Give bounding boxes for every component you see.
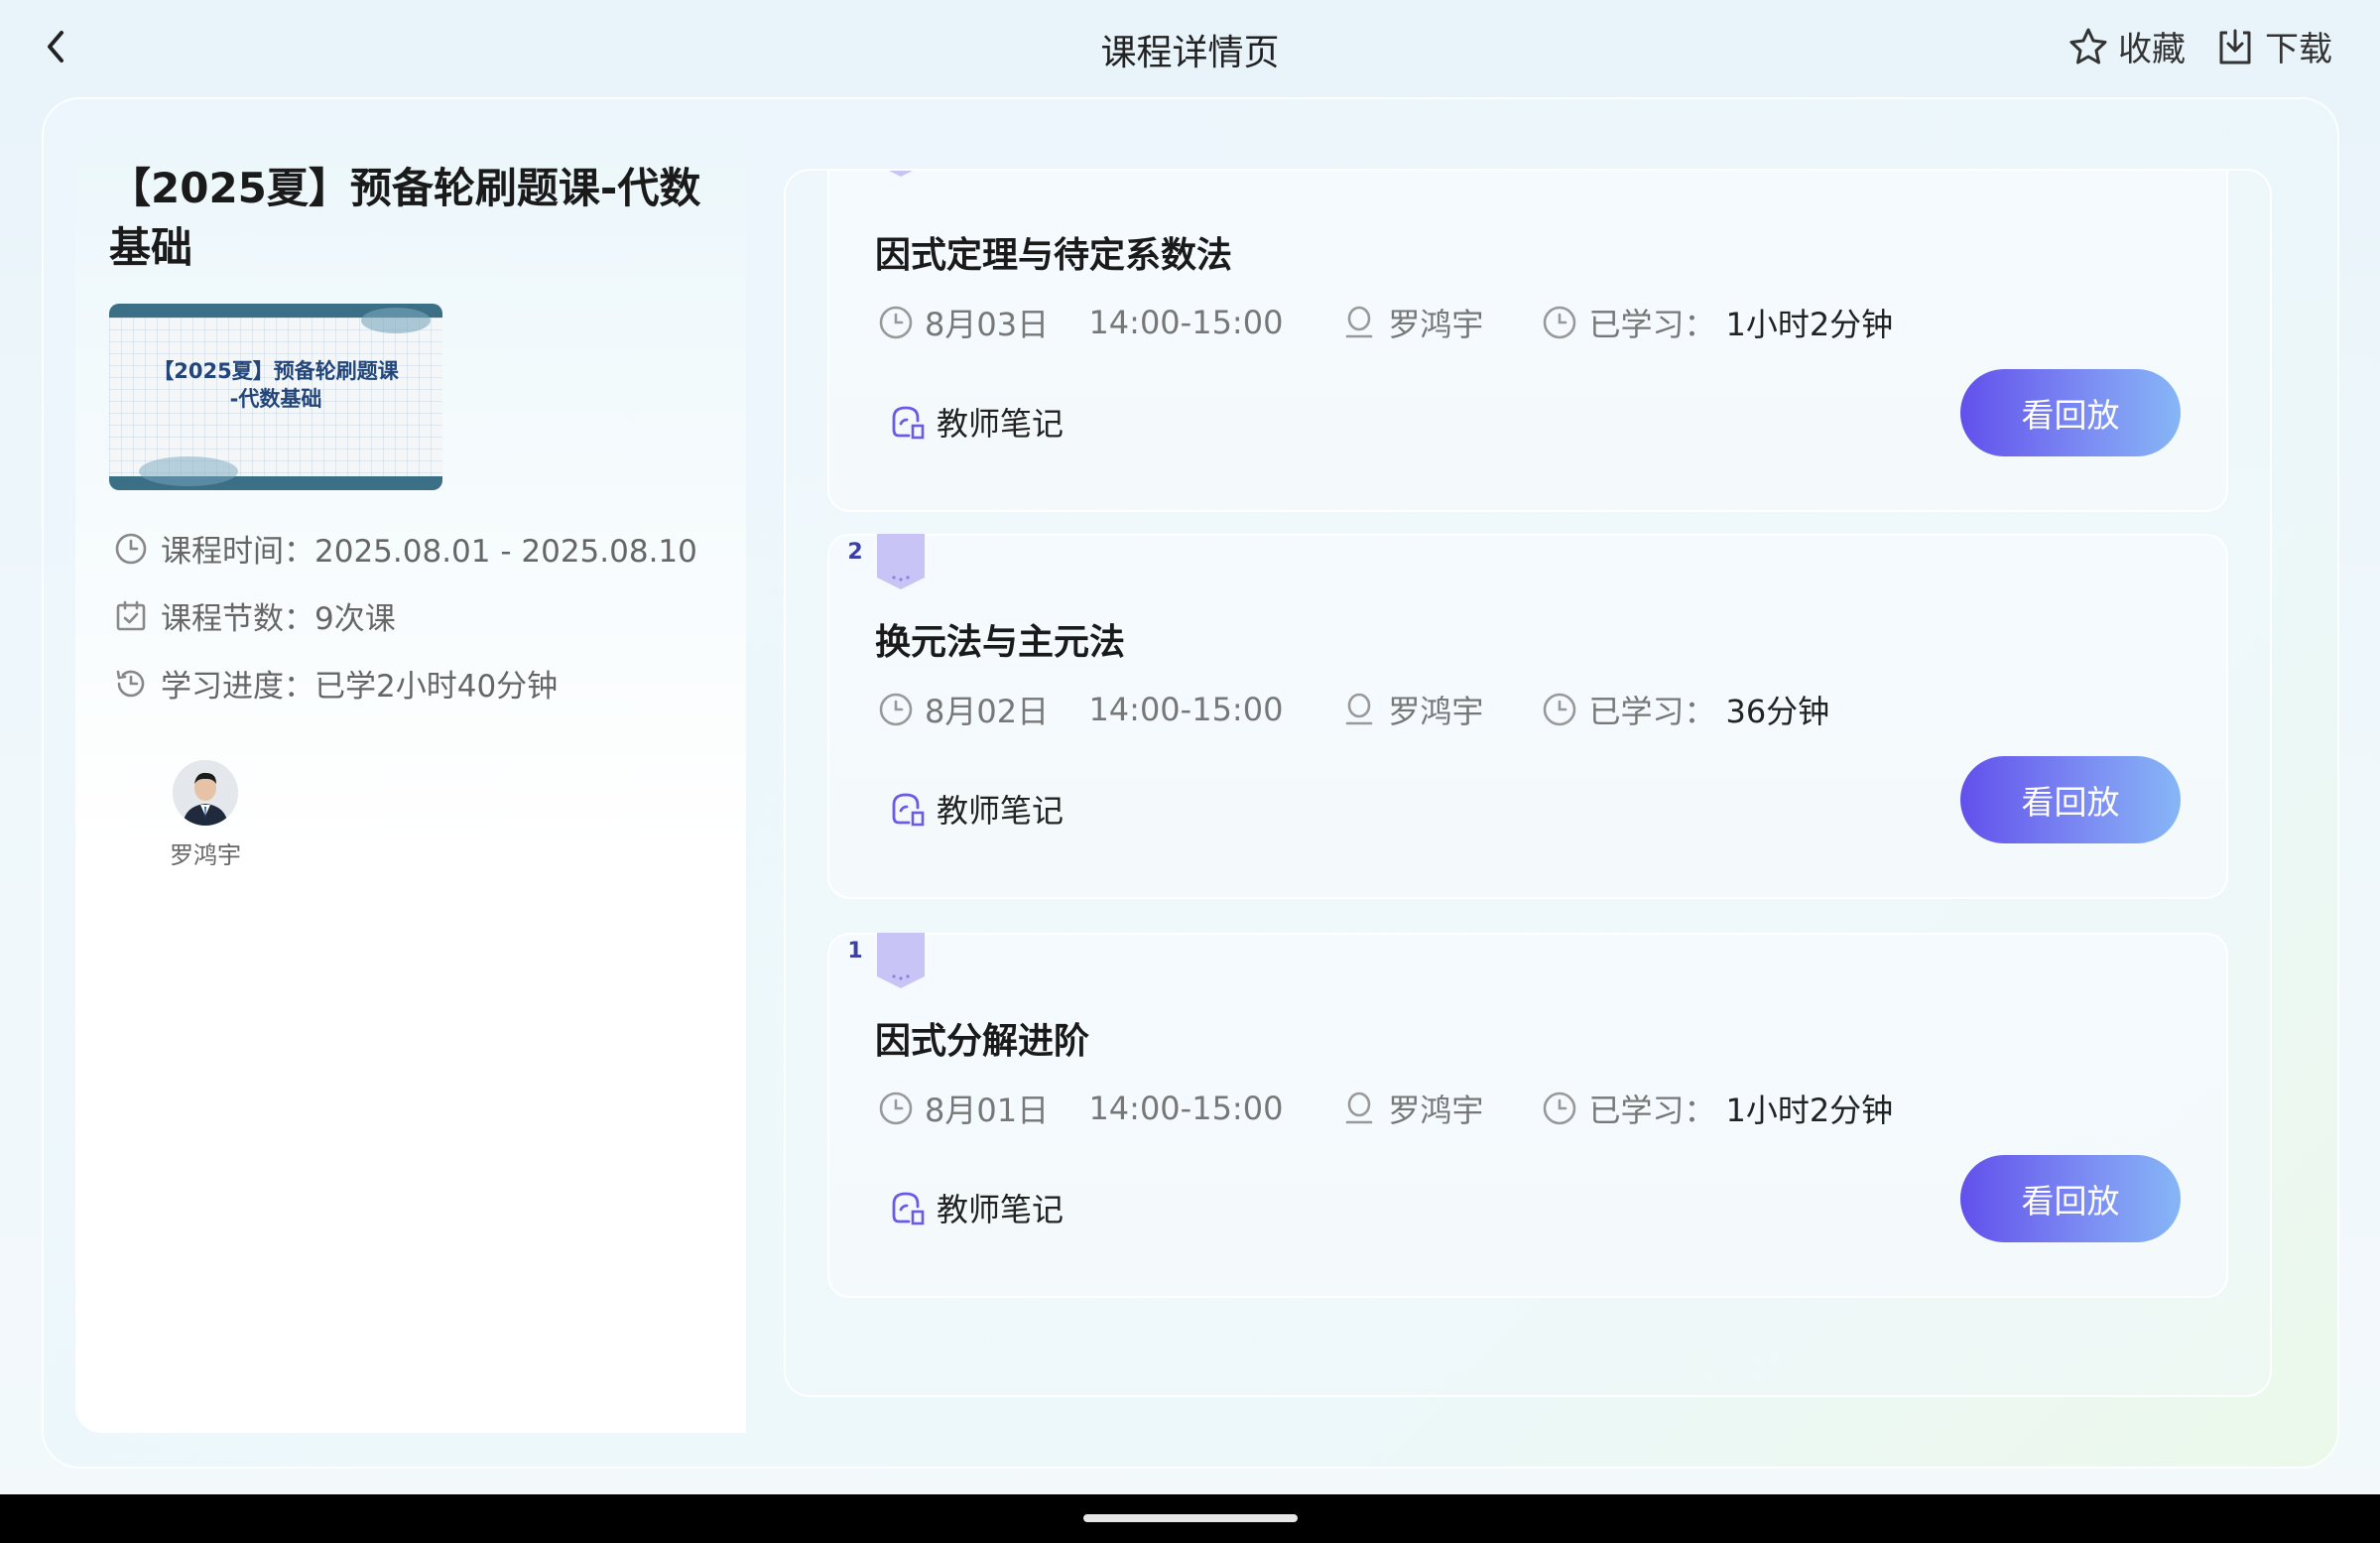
teacher-card[interactable]: 罗鸿宇 bbox=[151, 760, 260, 870]
lesson-studied: 已学习： 1小时2分钟 bbox=[1541, 1086, 1893, 1131]
lesson-time: 8月01日 14:00-15:00 bbox=[877, 1086, 1283, 1131]
favorite-label: 收藏 bbox=[2118, 30, 2186, 69]
lesson-card: 因式定理与待定系数法 8月03日 14:00-15:00 罗鸿宇 已学习： 1小时… bbox=[827, 171, 2228, 512]
replay-button[interactable]: 看回放 bbox=[1960, 756, 2181, 843]
lesson-teacher: 罗鸿宇 bbox=[1340, 300, 1483, 345]
lesson-meta: 8月02日 14:00-15:00 罗鸿宇 已学习： 36分钟 bbox=[877, 687, 1887, 732]
lesson-number: 2 bbox=[847, 540, 863, 565]
download-label: 下载 bbox=[2265, 30, 2332, 69]
lesson-badge-icon bbox=[889, 171, 913, 177]
course-title: 【2025夏】预备轮刷题课-代数基础 bbox=[109, 164, 701, 272]
clock-icon bbox=[1544, 1092, 1576, 1125]
history-icon bbox=[116, 670, 145, 697]
teacher-notes-button[interactable]: 教师笔记 bbox=[889, 786, 1064, 832]
course-info-panel: 【2025夏】预备轮刷题课-代数基础 【2025夏】预备轮刷题课 -代数基础 课… bbox=[75, 133, 746, 1433]
clock-icon bbox=[1544, 693, 1576, 726]
replay-button[interactable]: 看回放 bbox=[1960, 1155, 2181, 1242]
cover-text: 【2025夏】预备轮刷题课 -代数基础 bbox=[153, 359, 399, 411]
course-progress-row: 学习进度：已学2小时40分钟 bbox=[113, 661, 558, 706]
home-indicator[interactable] bbox=[1083, 1514, 1298, 1522]
clock-icon bbox=[115, 533, 147, 564]
lesson-meta: 8月03日 14:00-15:00 罗鸿宇 已学习： 1小时2分钟 bbox=[877, 300, 1950, 345]
avatar bbox=[173, 760, 238, 826]
lesson-badge-icon bbox=[877, 933, 925, 988]
notes-label: 教师笔记 bbox=[937, 792, 1065, 830]
top-bar: 课程详情页 收藏 下载 bbox=[0, 0, 2380, 97]
lesson-time: 8月03日 14:00-15:00 bbox=[877, 300, 1283, 345]
person-icon bbox=[1346, 1092, 1373, 1124]
notes-icon bbox=[892, 793, 925, 827]
lesson-teacher: 罗鸿宇 bbox=[1340, 687, 1483, 732]
star-icon bbox=[2069, 28, 2107, 64]
calendar-check-icon bbox=[116, 600, 146, 630]
notes-icon bbox=[892, 1192, 925, 1225]
lesson-badge-icon bbox=[877, 534, 925, 589]
replay-button[interactable]: 看回放 bbox=[1960, 369, 2181, 456]
course-cover-image: 【2025夏】预备轮刷题课 -代数基础 bbox=[109, 304, 442, 490]
lesson-studied: 已学习： 36分钟 bbox=[1541, 687, 1829, 732]
notes-label: 教师笔记 bbox=[937, 405, 1065, 443]
lesson-card: 2 换元法与主元法 8月02日 14:00-15:00 罗鸿宇 已学习： 36分钟… bbox=[827, 534, 2228, 899]
lesson-time: 8月02日 14:00-15:00 bbox=[877, 687, 1283, 732]
download-icon bbox=[2219, 29, 2251, 64]
notes-icon bbox=[892, 406, 925, 440]
lesson-title: 因式定理与待定系数法 bbox=[875, 235, 1233, 276]
clock-icon bbox=[879, 1092, 913, 1125]
notes-label: 教师笔记 bbox=[937, 1191, 1065, 1228]
clock-icon bbox=[879, 306, 913, 339]
lesson-teacher: 罗鸿宇 bbox=[1340, 1086, 1483, 1131]
teacher-name: 罗鸿宇 bbox=[170, 841, 241, 869]
course-count-row: 课程节数：9次课 bbox=[113, 593, 396, 638]
course-time-row: 课程时间：2025.08.01 - 2025.08.10 bbox=[113, 526, 697, 571]
lesson-card: 1 因式分解进阶 8月01日 14:00-15:00 罗鸿宇 已学习： 1小时2分… bbox=[827, 933, 2228, 1298]
page-title: 课程详情页 bbox=[1100, 33, 1280, 73]
header-actions: 收藏 下载 bbox=[2067, 22, 2332, 70]
favorite-button[interactable]: 收藏 bbox=[2067, 22, 2186, 70]
lesson-list[interactable]: 因式定理与待定系数法 8月03日 14:00-15:00 罗鸿宇 已学习： 1小时… bbox=[784, 169, 2272, 1397]
lesson-title: 因式分解进阶 bbox=[875, 1021, 1090, 1062]
person-icon bbox=[1346, 693, 1373, 725]
clock-icon bbox=[1544, 306, 1576, 339]
lesson-meta: 8月01日 14:00-15:00 罗鸿宇 已学习： 1小时2分钟 bbox=[877, 1086, 1950, 1131]
teacher-notes-button[interactable]: 教师笔记 bbox=[889, 399, 1064, 445]
clock-icon bbox=[879, 693, 913, 726]
lesson-studied: 已学习： 1小时2分钟 bbox=[1541, 300, 1893, 345]
person-icon bbox=[1346, 306, 1373, 338]
lesson-title: 换元法与主元法 bbox=[875, 622, 1126, 663]
lesson-number: 1 bbox=[847, 939, 863, 964]
download-button[interactable]: 下载 bbox=[2213, 22, 2332, 70]
teacher-notes-button[interactable]: 教师笔记 bbox=[889, 1185, 1064, 1230]
